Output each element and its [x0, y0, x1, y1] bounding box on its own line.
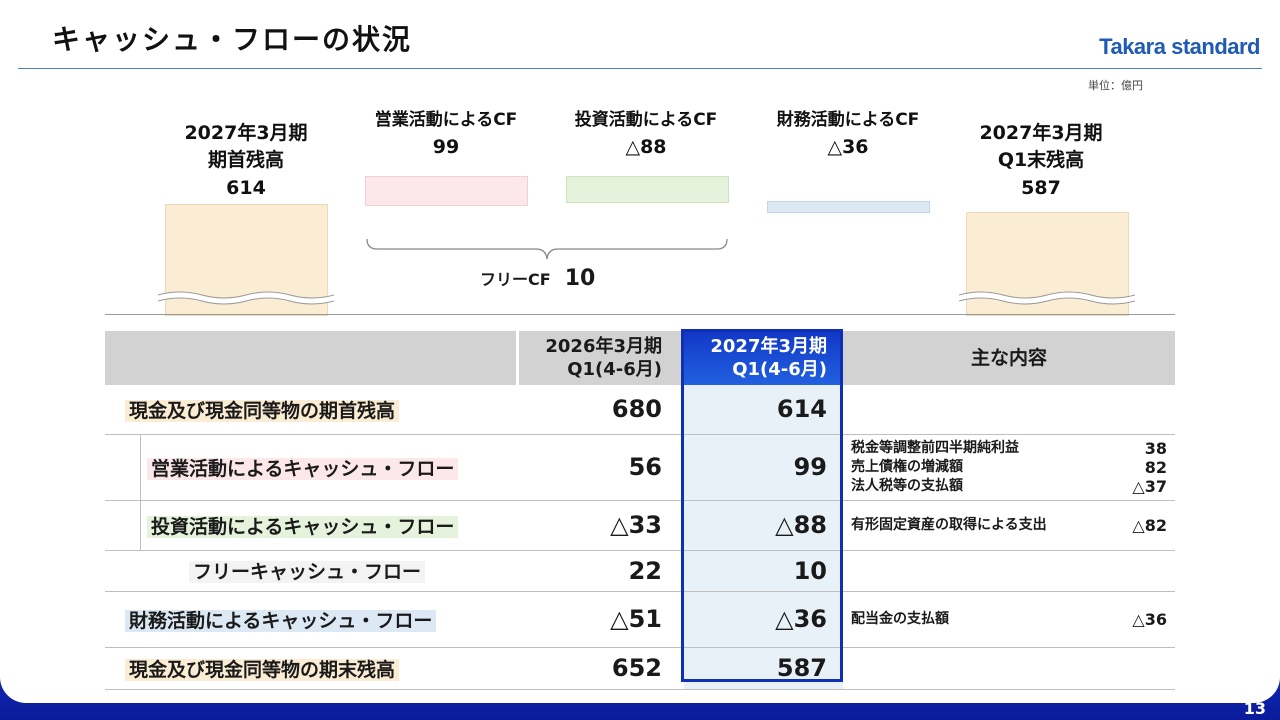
table-row: 現金及び現金同等物の期末残高 652 587: [105, 647, 1175, 690]
wf-operating-heading: 営業活動によるCF 99: [356, 107, 536, 161]
wf-start-label2: 期首残高: [207, 149, 284, 171]
wf-end-label2: Q1末残高: [997, 149, 1085, 171]
note-item: 法人税等の支払額 △37: [843, 477, 1175, 496]
note-text: 有形固定資産の取得による支出: [851, 516, 1047, 533]
free-cf-callout: フリーCF 10: [480, 266, 595, 291]
table-row: 投資活動によるキャッシュ・フロー △33 △88 有形固定資産の取得による支出 △82: [105, 500, 1175, 551]
notes-cell: 配当金の支払額 △36: [843, 591, 1175, 648]
row-label: 投資活動によるキャッシュ・フロー: [147, 515, 459, 538]
wf-end-heading: 2027年3月期 Q1末残高 587: [961, 120, 1121, 202]
row-label: 営業活動によるキャッシュ・フロー: [147, 457, 459, 480]
row-label: フリーキャッシュ・フロー: [189, 561, 426, 583]
note-value: △36: [1132, 609, 1167, 629]
header-prev-line2: Q1(4-6月): [567, 359, 662, 380]
note-value: △37: [1132, 476, 1167, 496]
row-label-cell: 投資活動によるキャッシュ・フロー: [105, 500, 517, 551]
free-cf-value: 10: [564, 266, 596, 291]
prev-value: △33: [517, 500, 684, 551]
header-prev-period: 2026年3月期 Q1(4-6月): [517, 331, 684, 385]
prev-value: 56: [517, 434, 684, 501]
header-blank: [105, 331, 519, 385]
free-cf-brace-icon: [366, 238, 728, 260]
row-label-cell: 現金及び現金同等物の期首残高: [105, 385, 517, 435]
table-row: 現金及び現金同等物の期首残高 680 614: [105, 385, 1175, 435]
note-item: 売上債権の増減額 82: [843, 458, 1175, 477]
note-value: 82: [1144, 457, 1167, 477]
wf-financing-label: 財務活動によるCF: [776, 110, 920, 130]
wf-investing-value: △88: [625, 136, 667, 158]
notes-cell: 有形固定資産の取得による支出 △82: [843, 500, 1175, 551]
current-period-highlight: [681, 329, 843, 682]
note-item: 有形固定資産の取得による支出 △82: [843, 516, 1175, 535]
wf-investing-bar: [566, 176, 729, 203]
header-prev-line1: 2026年3月期: [545, 336, 662, 357]
table-header-row: 2026年3月期 Q1(4-6月) 2027年3月期 Q1(4-6月) 主な内容: [105, 331, 1175, 385]
notes-cell: [843, 647, 1175, 690]
wf-operating-value: 99: [432, 136, 460, 158]
notes-cell: [843, 385, 1175, 435]
table-row: 財務活動によるキャッシュ・フロー △51 △36 配当金の支払額 △36: [105, 591, 1175, 648]
wf-investing-heading: 投資活動によるCF △88: [556, 107, 736, 161]
axis-break-icon: [158, 291, 334, 305]
cashflow-table: 2026年3月期 Q1(4-6月) 2027年3月期 Q1(4-6月) 主な内容…: [105, 331, 1175, 690]
company-logo: Takara standard: [1099, 34, 1260, 59]
prev-value: 680: [517, 385, 684, 435]
page-title: キャッシュ・フローの状況: [52, 23, 413, 56]
wf-financing-value: △36: [827, 136, 869, 158]
title-rule: [18, 68, 1262, 69]
note-value: △82: [1132, 515, 1167, 535]
row-label-cell: フリーキャッシュ・フロー: [105, 550, 517, 592]
wf-operating-bar: [365, 176, 528, 206]
wf-financing-bar: [767, 201, 930, 213]
row-label-cell: 営業活動によるキャッシュ・フロー: [105, 434, 517, 501]
wf-operating-label: 営業活動によるCF: [374, 110, 518, 130]
row-label: 現金及び現金同等物の期首残高: [125, 399, 400, 422]
note-item: 配当金の支払額 △36: [843, 610, 1175, 629]
row-label-cell: 財務活動によるキャッシュ・フロー: [105, 591, 517, 648]
wf-start-heading: 2027年3月期 期首残高 614: [166, 120, 326, 202]
note-text: 税金等調整前四半期純利益: [851, 439, 1019, 456]
wf-end-label1: 2027年3月期: [979, 122, 1103, 144]
header-notes: 主な内容: [843, 331, 1175, 385]
chart-baseline: [105, 314, 1175, 315]
wf-start-label1: 2027年3月期: [184, 122, 308, 144]
wf-end-value: 587: [1021, 177, 1061, 199]
row-label: 現金及び現金同等物の期末残高: [125, 658, 400, 681]
notes-cell: [843, 550, 1175, 592]
prev-value: 22: [517, 550, 684, 592]
unit-label: 単位：億円: [1088, 79, 1143, 92]
prev-value: △51: [517, 591, 684, 648]
row-label-cell: 現金及び現金同等物の期末残高: [105, 647, 517, 690]
note-text: 売上債権の増減額: [851, 458, 963, 475]
notes-cell: 税金等調整前四半期純利益 38 売上債権の増減額 82 法人税等の支払額 △37: [843, 434, 1175, 501]
prev-value: 652: [517, 647, 684, 690]
axis-break-icon: [959, 291, 1135, 305]
table-row: 営業活動によるキャッシュ・フロー 56 99 税金等調整前四半期純利益 38 売上債権の増…: [105, 434, 1175, 501]
note-text: 法人税等の支払額: [851, 477, 963, 494]
note-item: 税金等調整前四半期純利益 38: [843, 439, 1175, 458]
row-label: 財務活動によるキャッシュ・フロー: [125, 609, 437, 632]
wf-start-value: 614: [226, 177, 266, 199]
table-row: フリーキャッシュ・フロー 22 10: [105, 550, 1175, 592]
note-value: 38: [1144, 438, 1167, 458]
free-cf-label: フリーCF: [480, 270, 551, 289]
wf-investing-label: 投資活動によるCF: [574, 110, 718, 130]
page-number: 13: [1243, 699, 1266, 718]
note-text: 配当金の支払額: [851, 610, 949, 627]
wf-financing-heading: 財務活動によるCF △36: [758, 107, 938, 161]
